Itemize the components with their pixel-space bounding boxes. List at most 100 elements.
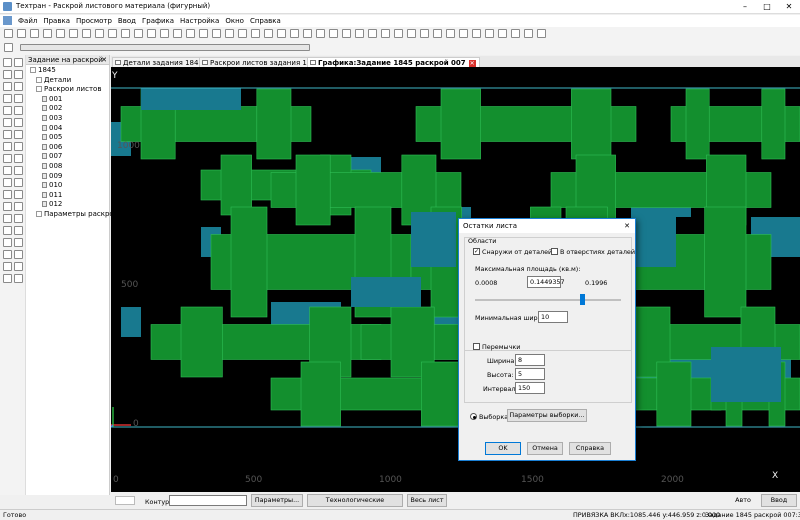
toolbar-button[interactable] bbox=[108, 29, 117, 38]
tool-button[interactable] bbox=[14, 154, 23, 163]
tool-button[interactable] bbox=[14, 214, 23, 223]
tool-button[interactable] bbox=[3, 142, 12, 151]
minimize-icon[interactable]: – bbox=[738, 1, 752, 12]
tool-button[interactable] bbox=[3, 94, 12, 103]
tool-button[interactable] bbox=[3, 166, 12, 175]
tree-item[interactable]: 004 bbox=[26, 124, 109, 134]
whole-sheet-button[interactable]: Весь лист bbox=[407, 494, 447, 507]
toolbar-button[interactable] bbox=[186, 29, 195, 38]
toolbar-button[interactable] bbox=[290, 29, 299, 38]
toolbar-button[interactable] bbox=[82, 29, 91, 38]
tree-item[interactable]: 011 bbox=[26, 191, 109, 201]
toolbar-button[interactable] bbox=[394, 29, 403, 38]
auto-button[interactable]: Авто bbox=[728, 494, 758, 507]
toolbar-button[interactable] bbox=[43, 29, 52, 38]
tool-button[interactable] bbox=[3, 274, 12, 283]
tree-item[interactable]: Параметры раскроя bbox=[26, 210, 118, 220]
contour-select[interactable] bbox=[169, 495, 247, 506]
toolbar-button[interactable] bbox=[134, 29, 143, 38]
tree-item[interactable]: 003 bbox=[26, 114, 109, 124]
close-panel-icon[interactable]: ✕ bbox=[101, 56, 107, 64]
tree-item[interactable]: 001 bbox=[26, 95, 109, 105]
tool-button[interactable] bbox=[3, 190, 12, 199]
tree-item[interactable]: 005 bbox=[26, 133, 109, 143]
tool-button[interactable] bbox=[14, 250, 23, 259]
tool-button[interactable] bbox=[3, 178, 12, 187]
dialog-close-icon[interactable]: ✕ bbox=[624, 222, 630, 230]
toolbar-button[interactable] bbox=[264, 29, 273, 38]
tab-graphics[interactable]: Графика:Задание 1845 раскрой 007 ✕ bbox=[307, 57, 480, 67]
tree-item[interactable]: 010 bbox=[26, 181, 109, 191]
tree-item[interactable]: 006 bbox=[26, 143, 109, 153]
toolbar-button[interactable] bbox=[524, 29, 533, 38]
tool-button[interactable] bbox=[14, 70, 23, 79]
tool-button[interactable] bbox=[14, 202, 23, 211]
max-area-input[interactable]: 0.1449357 bbox=[527, 276, 565, 288]
tool-button[interactable] bbox=[14, 190, 23, 199]
toolbar-button[interactable] bbox=[30, 29, 39, 38]
toolbar-button[interactable] bbox=[56, 29, 65, 38]
tool-button[interactable] bbox=[3, 130, 12, 139]
toolbar-button[interactable] bbox=[511, 29, 520, 38]
close-icon[interactable]: ✕ bbox=[782, 1, 796, 12]
menu-item[interactable]: Справка bbox=[250, 17, 281, 25]
tool-button[interactable] bbox=[3, 250, 12, 259]
menu-item[interactable]: Графика bbox=[142, 17, 174, 25]
tool-button[interactable] bbox=[14, 262, 23, 271]
tool-button[interactable] bbox=[3, 262, 12, 271]
in-holes-checkbox[interactable] bbox=[551, 248, 558, 255]
command-slider[interactable] bbox=[20, 44, 310, 51]
toolbar-button[interactable] bbox=[433, 29, 442, 38]
tool-button[interactable] bbox=[14, 106, 23, 115]
menu-item[interactable]: Просмотр bbox=[76, 17, 112, 25]
toolbar-button[interactable] bbox=[381, 29, 390, 38]
min-width-input[interactable]: 10 bbox=[538, 311, 568, 323]
tool-button[interactable] bbox=[14, 58, 23, 67]
toolbar-button[interactable] bbox=[4, 43, 13, 52]
tool-button[interactable] bbox=[14, 178, 23, 187]
toolbar-button[interactable] bbox=[17, 29, 26, 38]
tree-item[interactable]: 002 bbox=[26, 104, 109, 114]
help-button[interactable]: Справка bbox=[569, 442, 611, 455]
menu-item[interactable]: Файл bbox=[18, 17, 37, 25]
toolbar-button[interactable] bbox=[225, 29, 234, 38]
outside-parts-checkbox[interactable]: ✓ bbox=[473, 248, 480, 255]
close-tab-icon[interactable]: ✕ bbox=[468, 60, 476, 67]
tool-button[interactable] bbox=[3, 154, 12, 163]
tech-transitions-button[interactable]: Технологические переходы... bbox=[307, 494, 403, 515]
interval-input[interactable]: 150 bbox=[515, 382, 545, 394]
tool-button[interactable] bbox=[14, 166, 23, 175]
tool-button[interactable] bbox=[14, 82, 23, 91]
selection-radio[interactable] bbox=[470, 413, 477, 420]
toolbar-button[interactable] bbox=[537, 29, 546, 38]
menu-item[interactable]: Правка bbox=[43, 17, 70, 25]
menu-item[interactable]: Ввод bbox=[118, 17, 136, 25]
toolbar-button[interactable] bbox=[212, 29, 221, 38]
tool-button[interactable] bbox=[3, 118, 12, 127]
tree-item[interactable]: 009 bbox=[26, 172, 109, 182]
toolbar-button[interactable] bbox=[160, 29, 169, 38]
selection-params-button[interactable]: Параметры выборки... bbox=[507, 409, 587, 422]
tree-item[interactable]: 012 bbox=[26, 200, 109, 210]
max-area-slider[interactable] bbox=[579, 294, 585, 305]
nesting-canvas[interactable]: Y 1000 500 0 0 500 1000 1500 2000 X bbox=[111, 67, 800, 492]
toolbar-button[interactable] bbox=[355, 29, 364, 38]
tab-nestings[interactable]: Раскрои листов задания 1845 bbox=[199, 57, 325, 67]
tool-button[interactable] bbox=[3, 70, 12, 79]
tree-item[interactable]: 007 bbox=[26, 152, 109, 162]
input-button[interactable]: Ввод bbox=[761, 494, 797, 507]
tree-item[interactable]: 008 bbox=[26, 162, 109, 172]
toolbar-button[interactable] bbox=[277, 29, 286, 38]
toolbar-button[interactable] bbox=[472, 29, 481, 38]
toolbar-button[interactable] bbox=[342, 29, 351, 38]
tool-button[interactable] bbox=[3, 82, 12, 91]
tool-button[interactable] bbox=[14, 226, 23, 235]
tab-parts[interactable]: Детали задания 1845 bbox=[112, 57, 207, 67]
toolbar-button[interactable] bbox=[69, 29, 78, 38]
toolbar-button[interactable] bbox=[329, 29, 338, 38]
tool-button[interactable] bbox=[14, 94, 23, 103]
menu-item[interactable]: Окно bbox=[225, 17, 244, 25]
toolbar-button[interactable] bbox=[316, 29, 325, 38]
toolbar-button[interactable] bbox=[147, 29, 156, 38]
tree-item[interactable]: Детали bbox=[26, 76, 109, 86]
